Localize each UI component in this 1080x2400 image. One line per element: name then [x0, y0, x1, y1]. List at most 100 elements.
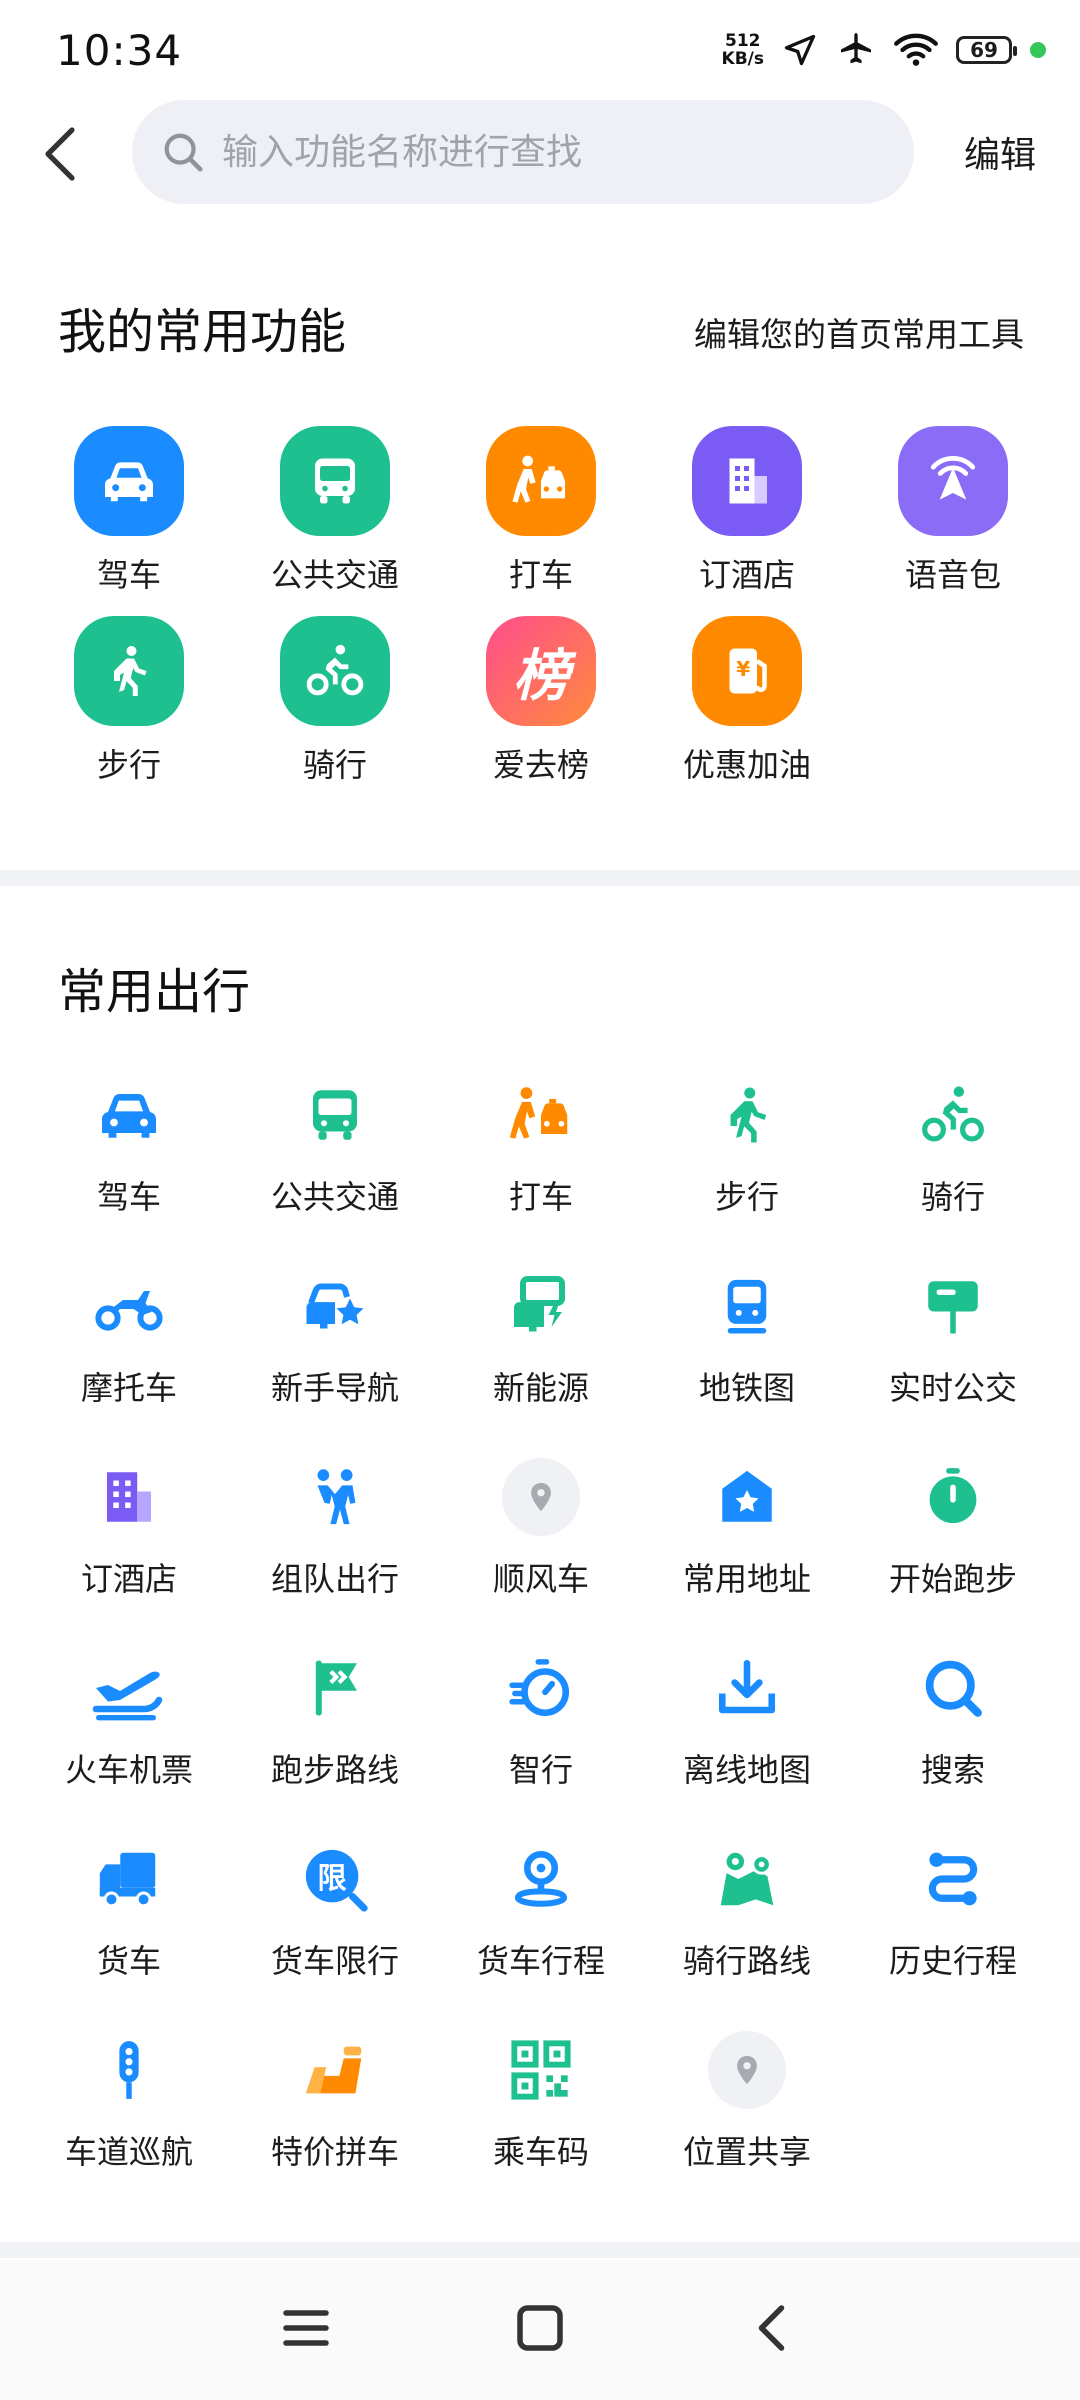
travel-item-home-address[interactable]: 常用地址 [644, 1454, 850, 1645]
home-address-icon [704, 1454, 790, 1540]
travel-label: 顺风车 [492, 1560, 589, 1598]
battery-level: 69 [970, 38, 998, 62]
travel-label: 组队出行 [270, 1560, 399, 1598]
fav-item-public-transit[interactable]: 公共交通 [232, 426, 438, 596]
bus-icon [292, 1072, 378, 1158]
travel-label: 地铁图 [698, 1369, 795, 1407]
travel-item-novice-nav[interactable]: 新手导航 [232, 1263, 438, 1454]
travel-item-search[interactable]: 搜索 [850, 1645, 1056, 1836]
travel-label: 步行 [714, 1178, 779, 1216]
svg-text:限: 限 [318, 1861, 348, 1895]
bus-icon [280, 426, 390, 536]
travel-item-taxi[interactable]: 打车 [438, 1072, 644, 1263]
ride-code-icon [498, 2027, 584, 2113]
travel-label: 公共交通 [270, 1178, 399, 1216]
travel-item-walk[interactable]: 步行 [644, 1072, 850, 1263]
carpool-icon [502, 1458, 580, 1536]
travel-item-history-trip[interactable]: 历史行程 [850, 1836, 1056, 2027]
travel-item-hotel[interactable]: 订酒店 [26, 1454, 232, 1645]
travel-item-lane-cruise[interactable]: 车道巡航 [26, 2027, 232, 2218]
network-speed-unit: KB/s [721, 49, 764, 69]
back-nav-icon[interactable] [744, 2298, 804, 2358]
fuel-icon: ¥ [692, 616, 802, 726]
fav-item-bike[interactable]: 骑行 [232, 616, 438, 786]
realtime-bus-icon [910, 1263, 996, 1349]
fav-item-drive[interactable]: 驾车 [26, 426, 232, 596]
search-input[interactable] [220, 130, 874, 174]
travel-label: 新能源 [492, 1369, 589, 1407]
truck-restriction-icon: 限 [292, 1836, 378, 1922]
fav-item-hotel[interactable]: 订酒店 [644, 426, 850, 596]
fav-label: 优惠加油 [682, 746, 811, 784]
system-nav-bar [0, 2260, 1080, 2400]
favorites-edit-hint[interactable]: 编辑您的首页常用工具 [694, 308, 1024, 356]
section-divider [0, 2242, 1080, 2258]
travel-item-ev[interactable]: 新能源 [438, 1263, 644, 1454]
lane-cruise-icon [86, 2027, 172, 2113]
location-arrow-icon [784, 34, 816, 66]
network-speed: 512 KB/s [722, 32, 764, 68]
voice-pack-icon [898, 426, 1008, 536]
search-box[interactable] [132, 100, 914, 204]
fav-label: 订酒店 [698, 556, 795, 594]
fav-item-fuel-discount[interactable]: ¥ 优惠加油 [644, 616, 850, 786]
travel-item-running-route[interactable]: 跑步路线 [232, 1645, 438, 1836]
search-icon [910, 1645, 996, 1731]
travel-label: 搜索 [920, 1751, 985, 1789]
fav-item-voice-pack[interactable]: 语音包 [850, 426, 1056, 596]
travel-label: 车道巡航 [64, 2133, 193, 2171]
travel-label: 常用地址 [682, 1560, 811, 1598]
home-icon[interactable] [510, 2298, 570, 2358]
travel-item-public-transit[interactable]: 公共交通 [232, 1072, 438, 1263]
travel-item-bike[interactable]: 骑行 [850, 1072, 1056, 1263]
status-time: 10:34 [56, 26, 183, 75]
travel-item-start-running[interactable]: 开始跑步 [850, 1454, 1056, 1645]
favorites-section: 我的常用功能 编辑您的首页常用工具 驾车 公共交通 打车 订酒店 语音包 步行 … [0, 250, 1080, 870]
motorcycle-icon [86, 1263, 172, 1349]
travel-title: 常用出行 [58, 964, 251, 1020]
hotel-icon [86, 1454, 172, 1540]
fav-item-walk[interactable]: 步行 [26, 616, 232, 786]
travel-label: 火车机票 [64, 1751, 193, 1789]
travel-item-realtime-bus[interactable]: 实时公交 [850, 1263, 1056, 1454]
travel-item-motorcycle[interactable]: 摩托车 [26, 1263, 232, 1454]
travel-item-location-share[interactable]: 位置共享 [644, 2027, 850, 2218]
cycling-route-icon [704, 1836, 790, 1922]
travel-label: 历史行程 [888, 1942, 1017, 1980]
travel-item-train-plane[interactable]: 火车机票 [26, 1645, 232, 1836]
novice-nav-icon [292, 1263, 378, 1349]
fav-label: 驾车 [96, 556, 161, 594]
travel-item-smart-travel[interactable]: 智行 [438, 1645, 644, 1836]
section-divider [0, 870, 1080, 886]
status-icons: 512 KB/s 69 [722, 30, 1046, 70]
travel-item-carpool[interactable]: 顺风车 [438, 1454, 644, 1645]
travel-item-team-travel[interactable]: 组队出行 [232, 1454, 438, 1645]
travel-label: 摩托车 [80, 1369, 177, 1407]
travel-item-discount-carpool[interactable]: 特价拼车 [232, 2027, 438, 2218]
active-dot [1030, 42, 1046, 58]
travel-item-truck-trip[interactable]: 货车行程 [438, 1836, 644, 2027]
stopwatch-icon [910, 1454, 996, 1540]
travel-item-offline-map[interactable]: 离线地图 [644, 1645, 850, 1836]
truck-icon [86, 1836, 172, 1922]
travel-item-subway[interactable]: 地铁图 [644, 1263, 850, 1454]
fav-label: 骑行 [302, 746, 367, 784]
menu-icon[interactable] [276, 2298, 336, 2358]
favorites-grid: 驾车 公共交通 打车 订酒店 语音包 步行 骑行 榜 爱去榜 ¥ 优惠加油 [26, 426, 1056, 786]
travel-label: 离线地图 [682, 1751, 811, 1789]
fav-item-taxi[interactable]: 打车 [438, 426, 644, 596]
back-icon[interactable] [36, 122, 84, 186]
travel-item-truck-restriction[interactable]: 限 货车限行 [232, 1836, 438, 2027]
travel-item-ride-code[interactable]: 乘车码 [438, 2027, 644, 2218]
travel-item-cycling-route[interactable]: 骑行路线 [644, 1836, 850, 2027]
travel-label: 货车限行 [270, 1942, 399, 1980]
fav-item-ranking[interactable]: 榜 爱去榜 [438, 616, 644, 786]
svg-text:¥: ¥ [736, 657, 750, 681]
travel-item-truck[interactable]: 货车 [26, 1836, 232, 2027]
truck-trip-icon [498, 1836, 584, 1922]
travel-item-drive[interactable]: 驾车 [26, 1072, 232, 1263]
travel-label: 骑行路线 [682, 1942, 811, 1980]
walk-icon [74, 616, 184, 726]
search-header: 编辑 [0, 96, 1080, 212]
edit-button[interactable]: 编辑 [964, 126, 1036, 178]
